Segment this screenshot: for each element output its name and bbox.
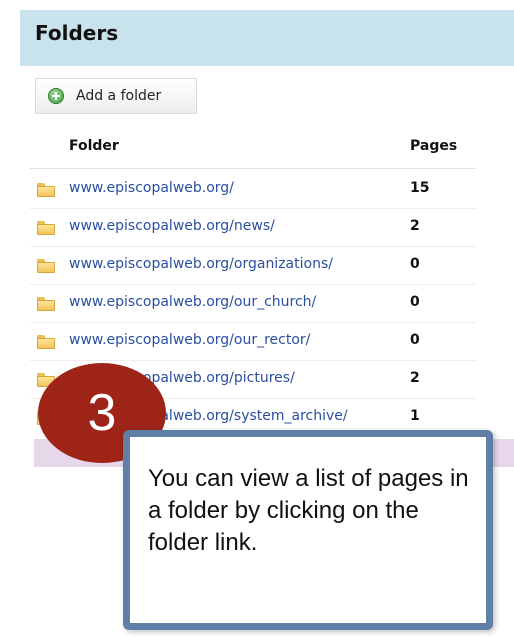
folder-link[interactable]: www.episcopalweb.org/our_rector/ bbox=[69, 332, 310, 348]
folder-link[interactable]: www.episcopalweb.org/news/ bbox=[69, 218, 275, 234]
folder-icon bbox=[37, 183, 55, 197]
folder-icon bbox=[37, 297, 55, 311]
folder-icon bbox=[37, 335, 55, 349]
row-divider bbox=[30, 322, 476, 323]
header-divider bbox=[30, 168, 476, 169]
table-row: www.episcopalweb.org/our_church/ 0 bbox=[0, 288, 514, 325]
step-number: 3 bbox=[87, 384, 117, 442]
plus-circle-icon bbox=[48, 88, 64, 104]
table-row: www.episcopalweb.org/our_rector/ 0 bbox=[0, 326, 514, 363]
column-header-pages: Pages bbox=[410, 138, 458, 154]
column-header-folder: Folder bbox=[69, 138, 119, 154]
row-divider bbox=[30, 246, 476, 247]
page-count: 2 bbox=[410, 218, 420, 234]
table-row: www.episcopalweb.org/news/ 2 bbox=[0, 212, 514, 249]
page-count: 0 bbox=[410, 332, 420, 348]
row-divider bbox=[30, 208, 476, 209]
tooltip-callout: You can view a list of pages in a folder… bbox=[123, 430, 493, 630]
page-count: 0 bbox=[410, 256, 420, 272]
row-divider bbox=[30, 360, 476, 361]
folder-icon bbox=[37, 221, 55, 235]
row-divider bbox=[30, 284, 476, 285]
add-folder-button[interactable]: Add a folder bbox=[35, 78, 197, 114]
panel-header: Folders bbox=[20, 10, 514, 66]
panel-title: Folders bbox=[35, 21, 119, 45]
page-count: 1 bbox=[410, 408, 420, 424]
table-row: www.episcopalweb.org/organizations/ 0 bbox=[0, 250, 514, 287]
table-row: www.episcopalweb.org/ 15 bbox=[0, 174, 514, 211]
folder-link[interactable]: www.episcopalweb.org/ bbox=[69, 180, 234, 196]
folder-icon bbox=[37, 259, 55, 273]
folder-link[interactable]: www.episcopalweb.org/organizations/ bbox=[69, 256, 333, 272]
page-count: 15 bbox=[410, 180, 430, 196]
callout-text: You can view a list of pages in a folder… bbox=[148, 465, 469, 556]
folder-link[interactable]: www.episcopalweb.org/our_church/ bbox=[69, 294, 316, 310]
page-count: 0 bbox=[410, 294, 420, 310]
add-folder-label: Add a folder bbox=[76, 88, 162, 104]
page-count: 2 bbox=[410, 370, 420, 386]
